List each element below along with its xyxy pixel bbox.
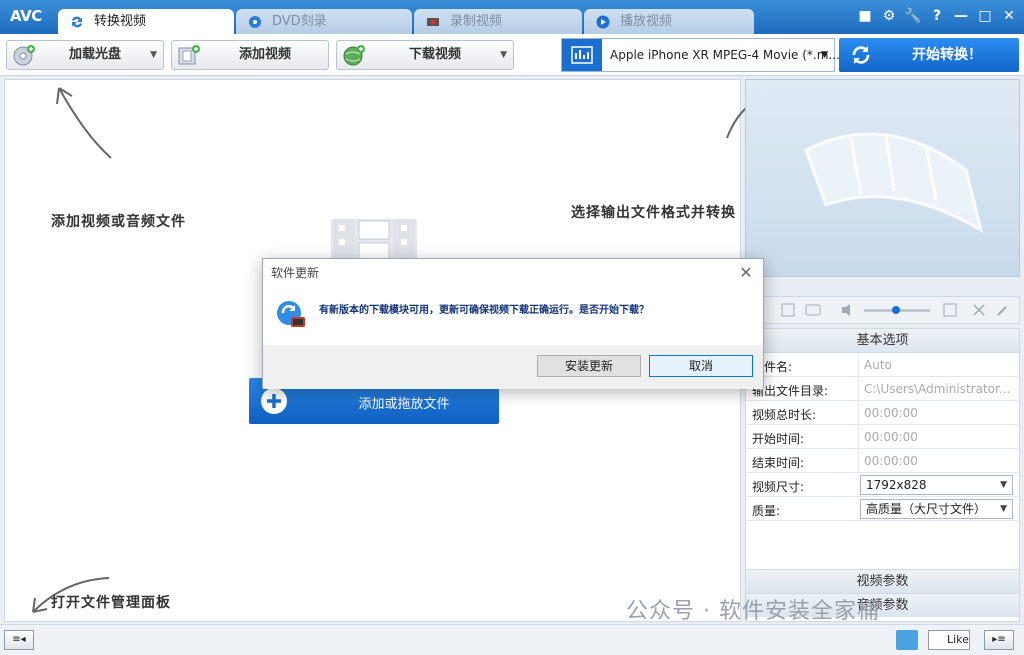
prop-label: 质量: [752, 504, 781, 518]
tab-label: DVD刻录 [272, 14, 327, 29]
twitter-icon[interactable] [896, 630, 918, 650]
dialog-message: 有新版本的下载模块可用，更新可确保视频下载正确运行。是否开始下载？ [319, 305, 649, 316]
play-icon [596, 15, 610, 29]
record-icon [427, 18, 439, 26]
facebook-like-button[interactable]: Like [928, 630, 970, 650]
maximize-icon[interactable]: □ [976, 7, 994, 25]
quality-select[interactable]: 高质量（大尺寸文件） ▼ [860, 499, 1013, 519]
disc-icon [249, 16, 261, 28]
help-icon[interactable]: ? [928, 7, 946, 25]
prop-value: 00:00:00 [858, 425, 1019, 449]
window-controls: ■ ⚙ 🔧 ? — □ ✕ [856, 7, 1018, 25]
close-icon[interactable]: ✕ [737, 263, 755, 282]
output-format-select[interactable]: Apple iPhone XR MPEG-4 Movie (*.m... ▼ [561, 38, 840, 72]
convert-icon [72, 16, 82, 28]
dialog-title: 软件更新 [263, 259, 763, 287]
tab-convert-video[interactable]: 转换视频 [58, 9, 234, 36]
install-update-button[interactable]: 安装更新 [537, 355, 641, 377]
start-convert-label: 开始转换！ [912, 47, 982, 63]
app-logo: AVC [10, 7, 42, 25]
chevron-down-icon: ▼ [821, 50, 828, 60]
update-dialog: 软件更新 ✕ 有新版本的下载模块可用，更新可确保视频下载正确运行。是否开始下载？… [262, 258, 764, 389]
prop-label: 结束时间: [752, 456, 805, 470]
chevron-down-icon: ▼ [1000, 480, 1007, 490]
output-format-value: Apple iPhone XR MPEG-4 Movie (*.m... [610, 48, 840, 62]
tab-label: 播放视频 [620, 14, 673, 29]
video-params-label: 视频参数 [856, 574, 909, 589]
prop-row-output-dir[interactable]: 输出文件目录: C:\Users\Administrator... [746, 377, 1019, 401]
skin-icon[interactable]: ■ [856, 7, 874, 25]
video-params-section[interactable]: 视频参数 [746, 569, 1019, 593]
title-bar: AVC 转换视频 DVD刻录 录制视频 播放视频 ■ ⚙ 🔧 ? — □ ✕ [0, 0, 1024, 36]
status-bar: ≡◂ Like ▸≡ [0, 624, 1024, 655]
hint-choose-format: 选择输出文件格式并转换 [571, 205, 736, 221]
cancel-button[interactable]: 取消 [649, 355, 753, 377]
basic-options-header[interactable]: 基本选项 [746, 329, 1019, 353]
globe-download-icon [343, 45, 365, 66]
player-controls [745, 296, 1020, 324]
prop-value: C:\Users\Administrator... [858, 377, 1019, 401]
arrow-icon [56, 87, 112, 159]
watermark: 公众号 · 软件安装全家桶 [626, 599, 880, 624]
prop-row-duration[interactable]: 视频总时长: 00:00:00 [746, 401, 1019, 425]
prop-row-quality: 质量: 高质量（大尺寸文件） ▼ [746, 497, 1019, 521]
prop-label: 开始时间: [752, 432, 805, 446]
prop-row-video-size: 视频尺寸: 1792x828 ▼ [746, 473, 1019, 497]
player-controls-icons[interactable] [746, 297, 1021, 325]
prop-label: 视频总时长: [752, 408, 817, 422]
prop-label: 视频尺寸: [752, 480, 805, 494]
properties-panel: 基本选项 文件名: Auto 输出文件目录: C:\Users\Administ… [745, 328, 1020, 622]
tab-dvd-burn[interactable]: DVD刻录 [236, 9, 412, 35]
basic-options-label: 基本选项 [856, 333, 909, 348]
prop-value: 00:00:00 [858, 401, 1019, 425]
toolbar: 加载光盘 ▼ 添加视频 下载视频 ▼ Apple iPhone XR MPEG-… [0, 34, 1024, 76]
toggle-right-panel-button[interactable]: ▸≡ [984, 630, 1014, 650]
prop-row-filename[interactable]: 文件名: Auto [746, 353, 1019, 377]
dialog-footer: 安装更新 取消 [263, 345, 763, 389]
toggle-file-panel-button[interactable]: ≡◂ [4, 630, 34, 650]
download-video-button[interactable]: 下载视频 ▼ [336, 40, 514, 70]
prop-row-end-time[interactable]: 结束时间: 00:00:00 [746, 449, 1019, 473]
chevron-down-icon[interactable]: ▼ [150, 41, 157, 69]
refresh-icon [852, 46, 870, 64]
film-add-icon [178, 45, 200, 65]
film-placeholder-icon [331, 219, 417, 262]
start-convert-button[interactable]: 开始转换！ [839, 38, 1019, 72]
like-label: Like [947, 633, 969, 646]
plus-circle-icon [261, 388, 287, 414]
prop-row-start-time[interactable]: 开始时间: 00:00:00 [746, 425, 1019, 449]
tab-label: 转换视频 [94, 14, 147, 29]
download-video-label: 下载视频 [408, 47, 461, 62]
chevron-down-icon[interactable]: ▼ [500, 41, 507, 69]
video-size-value: 1792x828 [866, 478, 927, 492]
dialog-body: 有新版本的下载模块可用，更新可确保视频下载正确运行。是否开始下载？ [263, 287, 763, 345]
tab-label: 录制视频 [450, 14, 503, 29]
add-or-drop-files-label: 添加或拖放文件 [358, 397, 450, 412]
hint-open-panel: 打开文件管理面板 [51, 595, 171, 611]
add-video-button[interactable]: 添加视频 [171, 40, 329, 70]
update-icon [277, 301, 305, 327]
close-icon[interactable]: ✕ [1000, 7, 1018, 25]
minimize-icon[interactable]: — [952, 7, 970, 25]
video-preview [745, 79, 1020, 277]
load-disc-label: 加载光盘 [68, 47, 121, 62]
film-strip-icon [804, 132, 984, 234]
video-size-select[interactable]: 1792x828 ▼ [860, 475, 1013, 495]
prop-value: 00:00:00 [858, 449, 1019, 473]
tab-play-video[interactable]: 播放视频 [584, 9, 754, 35]
prop-value: Auto [858, 353, 1019, 377]
gear-icon[interactable]: ⚙ [880, 7, 898, 25]
wrench-icon[interactable]: 🔧 [904, 7, 922, 25]
add-video-label: 添加视频 [238, 47, 291, 62]
tab-record-video[interactable]: 录制视频 [414, 9, 582, 35]
format-icon [562, 39, 602, 71]
disc-add-icon [13, 45, 35, 66]
chevron-down-icon: ▼ [1000, 504, 1007, 514]
hint-add-files: 添加视频或音频文件 [51, 214, 186, 230]
load-disc-button[interactable]: 加载光盘 ▼ [6, 40, 164, 70]
quality-value: 高质量（大尺寸文件） [866, 502, 987, 516]
